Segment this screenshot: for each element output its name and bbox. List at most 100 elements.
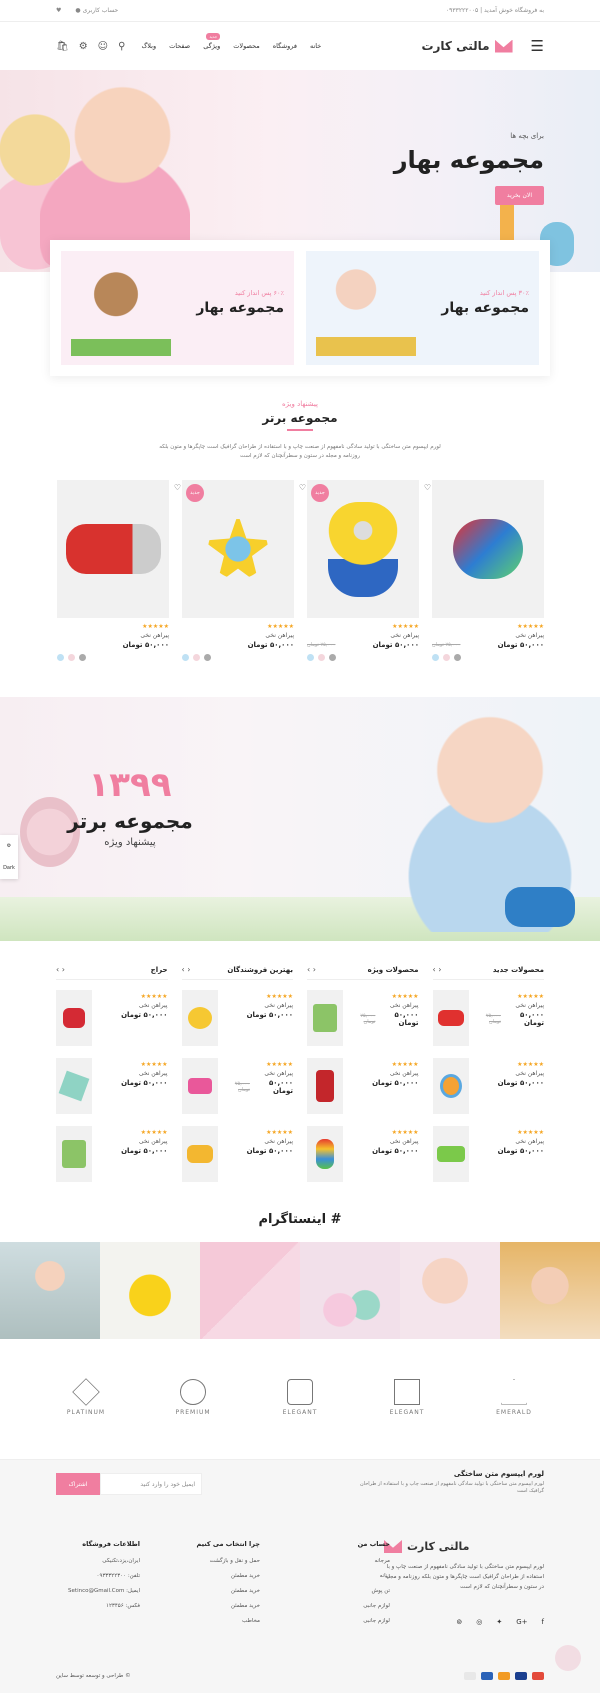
footer-col-why: چرا انتخاب می کنیم حمل و نقل و بازگشت خر… [150,1540,260,1633]
promo-card[interactable]: ۶۰٪ پس انداز کنید مجموعه بهار [61,251,294,365]
rating-stars: ★★★★★ [142,623,169,630]
hamburger-menu-icon[interactable]: ☰ [531,37,544,55]
list-item[interactable]: ★★★★★ پیراهن نخی ۵۰,۰۰۰ تومان ۷۵,۰۰۰ تومان [432,990,544,1048]
instagram-photo[interactable] [500,1242,600,1339]
rating-stars: ★★★★★ [267,623,294,630]
wishlist-icon[interactable]: ♡ [299,483,306,492]
product-name: پیراهن نخی [140,632,169,639]
footer-link[interactable]: خرید مطمئن [150,1573,260,1579]
rss-icon[interactable]: ⊚ [456,1618,462,1626]
promo-discount: ۳۰٪ پس انداز کنید [479,289,529,297]
shop-now-button[interactable]: الان بخرید [494,186,544,205]
product-card[interactable]: ★★★★★ پیراهن نخی ۵۰,۰۰۰ تومان ۷۵,۰۰۰ توما… [432,480,544,661]
social-links: ⊚ ◎ ✦ G+ f [456,1618,544,1626]
search-icon[interactable]: ⚲ [118,41,125,52]
section-description: لورم ایپسوم متن ساختگی با تولید سادگی نا… [159,444,441,459]
banner-year: ۱۳۹۹ [88,765,172,805]
main-nav: خانه فروشگاه محصولات ویژگی جدید صفحات وبل… [141,33,321,50]
list-item[interactable]: ★★★★★ پیراهن نخی ۵۰,۰۰۰ تومان ۷۵,۰۰۰ تومان [181,1058,293,1116]
instagram-photo[interactable] [200,1242,300,1339]
product-card[interactable]: جدید ♡ ★★★★★ پیراهن نخی ۵۰,۰۰۰ تومان ۷۵,۰۰… [307,480,431,661]
nav-home[interactable]: خانه [310,42,321,50]
promo-card[interactable]: ۳۰٪ پس انداز کنید مجموعه بهار [306,251,539,365]
brand-logo[interactable]: PREMIUM [163,1378,223,1416]
list-item[interactable]: ★★★★★ پیراهن نخی ۵۰,۰۰۰ تومان [181,1126,293,1184]
newsletter-text: لورم ایپسوم متن ساختگی لورم ایپسوم متن س… [344,1470,544,1495]
gear-icon[interactable]: ⚙ [79,41,88,52]
footer-link[interactable]: خرید مطمئن [150,1603,260,1609]
list-column: محصولات ویژه ‹ › ★★★★★ پیراهن نخی ۵۰,۰۰۰ تو… [307,965,419,1194]
list-item[interactable]: ★★★★★ پیراهن نخی ۵۰,۰۰۰ تومان [432,1126,544,1184]
list-item[interactable]: ★★★★★ پیراهن نخی ۵۰,۰۰۰ تومان [432,1058,544,1116]
dark-mode-toggle[interactable]: Dark [3,865,15,871]
facebook-icon[interactable]: f [542,1618,544,1626]
instagram-photo[interactable] [400,1242,500,1339]
list-item[interactable]: ★★★★★ پیراهن نخی ۵۰,۰۰۰ تومان [307,1126,419,1184]
section-title: مجموعه برتر [262,411,338,425]
brand-logo[interactable]: ELEGANT [270,1378,330,1416]
list-item[interactable]: ★★★★★ پیراهن نخی ۵۰,۰۰۰ تومان [307,1058,419,1116]
brand-logos: PLATINUM PREMIUM ELEGANT ELEGANT EMERALD [56,1372,544,1422]
scroll-top-button[interactable] [555,1645,581,1671]
wishlist-icon[interactable]: ♡ [424,483,431,492]
subscribe-button[interactable]: اشتراک [56,1473,100,1495]
nav-blog[interactable]: وبلاگ [141,42,156,50]
chevron-nav-icon[interactable]: ‹ › [433,965,442,974]
toy-car-image [505,887,575,927]
nav-shop[interactable]: فروشگاه [273,42,297,50]
chevron-nav-icon[interactable]: ‹ › [56,965,65,974]
footer-link[interactable]: مرجانه [280,1558,390,1564]
footer-link[interactable]: حمل و نقل و بازگشت [150,1558,260,1564]
cart-icon[interactable]: 🛍 [56,41,69,52]
old-price: ۷۵,۰۰۰ تومان [432,642,461,648]
footer-link[interactable]: لوازم جانبی [280,1618,390,1624]
footer-logo[interactable]: مالتی کارت [384,1540,544,1553]
twitter-icon[interactable]: ✦ [496,1618,502,1626]
list-title: بهترین فروشندگان [227,965,293,974]
heart-icon[interactable]: ♥ [56,7,61,14]
nav-features[interactable]: ویژگی جدید [203,33,221,50]
list-item[interactable]: ★★★★★ پیراهن نخی ۵۰,۰۰۰ تومان [56,1126,168,1184]
list-item[interactable]: ★★★★★ پیراهن نخی ۵۰,۰۰۰ تومان [181,990,293,1048]
googleplus-icon[interactable]: G+ [516,1618,527,1626]
star-toy-image [203,514,273,584]
hero-subtitle: برای بچه ها [510,132,544,140]
user-icon[interactable]: ☺ [98,41,108,52]
instagram-photo[interactable] [0,1242,100,1339]
nav-products[interactable]: محصولات [233,42,260,50]
product-card[interactable]: جدید ♡ ★★★★★ پیراهن نخی ۵۰,۰۰۰ تومان [182,480,306,661]
product-card[interactable]: ♡ ★★★★★ پیراهن نخی ۵۰,۰۰۰ تومان [57,480,181,661]
product-lists: محصولات جدید ‹ › ★★★★★ پیراهن نخی ۵۰,۰۰۰ تو… [56,965,544,1194]
email-input[interactable]: ایمیل خود را وارد کنید [100,1473,202,1495]
copyright-text: © طراحی و توسعه توسط ساین [56,1673,131,1679]
account-link[interactable]: ● حساب کاربری [75,7,118,14]
instagram-gallery [0,1242,600,1339]
footer-heading: حساب من [357,1540,390,1548]
rating-stars: ★★★★★ [517,623,544,630]
brand-logo[interactable]: EMERALD [484,1378,544,1416]
list-item[interactable]: ★★★★★ پیراهن نخی ۵۰,۰۰۰ تومان [56,1058,168,1116]
instagram-photo[interactable] [100,1242,200,1339]
wishlist-icon[interactable]: ♡ [174,483,181,492]
new-badge: جدید [206,33,221,40]
list-item[interactable]: ★★★★★ پیراهن نخی ۵۰,۰۰۰ تومان [56,990,168,1048]
footer-link[interactable]: زنانه [280,1573,390,1579]
footer-link[interactable]: لوازم جانبی [280,1603,390,1609]
logo[interactable]: مالتی کارت [421,39,513,53]
theme-switcher[interactable]: ⚙ Dark [0,835,18,879]
list-item[interactable]: ★★★★★ پیراهن نخی ۵۰,۰۰۰ تومان ۷۵,۰۰۰ تومان [307,990,419,1048]
baby-blocks-image [316,261,416,356]
instagram-icon[interactable]: ◎ [476,1618,482,1626]
instagram-photo[interactable] [300,1242,400,1339]
gear-icon[interactable]: ⚙ [7,843,11,849]
footer-link[interactable]: خرید مطمئن [150,1588,260,1594]
product-name: پیراهن نخی [515,632,544,639]
chevron-nav-icon[interactable]: ‹ › [307,965,316,974]
footer-link[interactable]: مخاطب [150,1618,260,1624]
chevron-nav-icon[interactable]: ‹ › [182,965,191,974]
footer-link[interactable]: تن پوش [280,1588,390,1594]
product-price: ۵۰,۰۰۰ تومان [372,641,419,649]
nav-pages[interactable]: صفحات [169,42,190,50]
brand-logo[interactable]: ELEGANT [377,1378,437,1416]
brand-logo[interactable]: PLATINUM [56,1377,116,1416]
